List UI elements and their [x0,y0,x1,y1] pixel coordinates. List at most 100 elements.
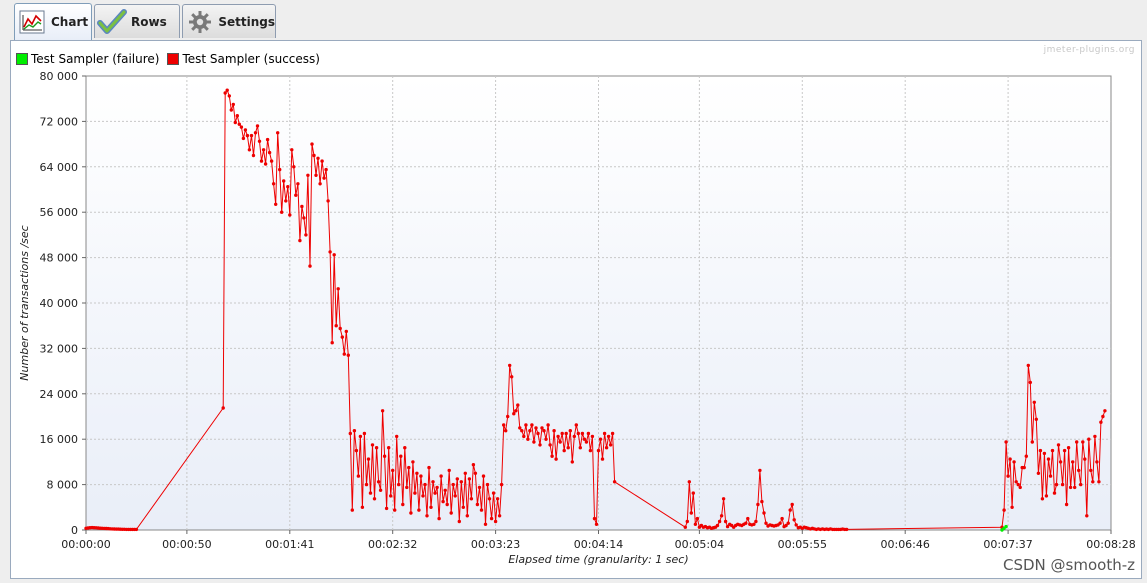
data-point [255,124,260,128]
data-point [1101,414,1105,419]
data-point [407,465,411,470]
data-point [1018,485,1022,490]
x-tick-label: 00:06:46 [880,538,929,551]
data-point [592,516,597,521]
data-point [528,429,532,433]
data-point [362,431,367,436]
data-point [1044,494,1049,498]
data-point [241,136,246,141]
x-tick-label: 00:08:28 [1086,538,1135,551]
data-point [245,133,250,138]
data-point [760,499,764,504]
data-point [259,159,264,163]
x-axis-ticks: 00:00:00 00:00:50 00:01:41 00:02:32 00:03:23… [61,530,1136,551]
data-point [387,446,391,450]
data-point [588,448,593,453]
data-point [1087,437,1091,441]
y-tick-label: 40 000 [40,297,79,310]
data-point [340,335,344,339]
data-point [522,434,526,439]
data-point [1004,440,1008,444]
data-point [1024,454,1029,458]
x-tick-label: 00:00:50 [162,538,211,551]
data-point [280,210,284,214]
data-point [685,519,689,524]
legend-item-success: Test Sampler (success) [167,52,320,66]
y-tick-label: 24 000 [40,388,79,401]
data-point [754,519,758,524]
y-axis-label: Number of transactions /sec [18,225,31,380]
data-point [562,448,566,453]
data-point [350,508,354,512]
data-point [1073,485,1077,490]
data-point [328,250,332,254]
data-point [502,423,506,427]
data-point [598,437,603,441]
data-point [227,94,231,98]
data-point [332,253,336,257]
y-tick-label: 8 000 [47,479,79,492]
data-point [225,88,229,92]
data-point [786,521,790,525]
data-point [282,179,286,183]
data-point [1083,457,1087,461]
legend-label-success: Test Sampler (success) [182,52,320,66]
data-point [1054,482,1059,487]
data-point [403,446,407,450]
data-point [314,173,318,177]
data-point [546,423,550,427]
data-point [300,204,304,209]
data-point [1004,524,1008,529]
data-point [453,494,457,498]
data-point [504,429,508,433]
data-point [269,159,274,163]
y-tick-label: 48 000 [40,252,79,265]
y-tick-label: 80 000 [40,70,79,83]
data-point [1081,440,1085,444]
data-point [594,522,599,526]
data-point [550,454,554,458]
data-point [1026,363,1031,368]
data-point [1030,440,1035,444]
data-point [788,508,792,512]
data-point [292,165,296,169]
data-point [298,238,302,243]
data-point [223,91,227,95]
data-point [1091,480,1095,484]
data-point [580,431,585,436]
data-point [417,508,421,512]
data-point [610,431,615,436]
data-point [318,182,322,186]
data-point [405,485,409,490]
data-point [447,468,451,473]
data-point [360,505,365,509]
data-point [374,446,379,450]
data-point [459,480,463,484]
data-point [1060,482,1065,487]
watermark: jmeter-plugins.org [1043,45,1135,55]
data-point [586,431,591,436]
data-point [721,497,726,501]
data-point [1103,409,1107,413]
data-point [421,494,425,498]
data-point [263,162,268,166]
data-point [1085,514,1089,518]
data-point [233,120,237,125]
data-point [552,429,556,433]
data-point [302,216,306,220]
data-point [758,468,762,473]
legend-swatch-success [167,53,180,65]
data-point [231,102,235,107]
data-point [389,494,393,498]
data-point [1058,460,1063,464]
data-point [590,434,595,439]
data-point [794,523,798,527]
data-point [455,477,459,481]
data-point [1066,446,1071,450]
data-point [1089,468,1093,473]
data-point [286,185,290,189]
data-point [506,414,510,419]
data-point [1010,505,1014,509]
data-point [415,471,419,475]
data-point [756,502,760,507]
